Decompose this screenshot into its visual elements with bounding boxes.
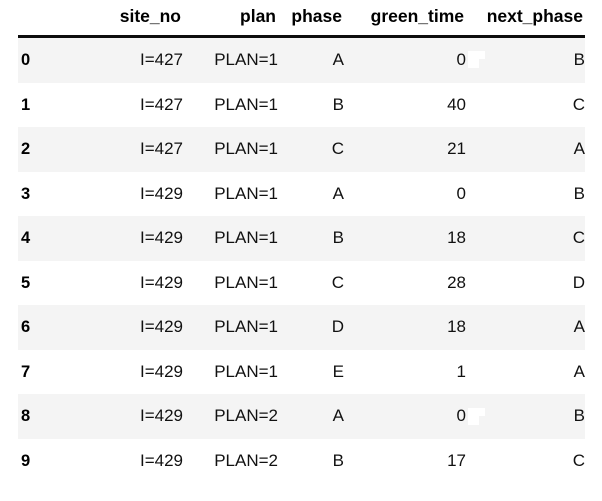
cell-phase: E <box>332 361 344 381</box>
cell-phase: B <box>332 94 344 114</box>
cell-green_time: 21 <box>447 139 466 158</box>
cell-green_time: 0 <box>456 50 466 69</box>
table-row: 2 I=427 PLAN=1 C 21 A <box>18 127 585 172</box>
cell-plan: PLAN=1 <box>214 183 278 203</box>
cell-next_phase: B <box>573 406 585 425</box>
cell-plan: PLAN=2 <box>214 450 278 470</box>
cell-next_phase: C <box>572 94 585 114</box>
table-header: site_no plan phase green_time next_phase <box>18 0 585 38</box>
row-index-cell: 6 <box>21 318 31 336</box>
column-header-green_time: green_time <box>344 0 466 38</box>
cell-green_time: 0 <box>456 406 466 425</box>
cell-next_phase: C <box>572 228 585 247</box>
cell-green_time: 0 <box>456 183 466 203</box>
cell-green_time: 28 <box>447 272 466 292</box>
row-index-cell: 1 <box>21 95 31 114</box>
cell-phase: A <box>332 183 344 203</box>
cell-site_no: I=429 <box>139 317 183 336</box>
cell-site_no: I=429 <box>139 228 183 247</box>
cell-plan: PLAN=2 <box>214 406 278 425</box>
cell-green_time: 1 <box>456 361 466 381</box>
cell-site_no: I=429 <box>139 450 183 470</box>
cell-next_phase: D <box>572 272 585 292</box>
cell-plan: PLAN=1 <box>214 94 278 114</box>
row-index-cell: 8 <box>21 407 31 425</box>
cell-plan: PLAN=1 <box>214 361 278 381</box>
table-row: 9 I=429 PLAN=2 B 17 C <box>18 438 585 483</box>
column-header-phase: phase <box>278 0 344 38</box>
dataframe-table: site_no plan phase green_time next_phase… <box>18 0 585 483</box>
cell-next_phase: A <box>573 317 585 336</box>
row-index-cell: 5 <box>21 273 31 292</box>
cell-plan: PLAN=1 <box>214 272 278 292</box>
cell-site_no: I=429 <box>139 406 183 425</box>
cell-phase: C <box>331 272 344 292</box>
table-row: 1 I=427 PLAN=1 B 40 C <box>18 82 585 127</box>
cell-green_time: 18 <box>447 317 466 336</box>
cell-plan: PLAN=1 <box>214 317 278 336</box>
row-index-cell: 2 <box>21 140 31 158</box>
cell-site_no: I=429 <box>139 361 183 381</box>
row-index-cell: 3 <box>21 184 31 203</box>
column-header-index <box>18 0 58 38</box>
cell-green_time: 40 <box>447 94 466 114</box>
cell-phase: A <box>332 50 344 69</box>
cell-plan: PLAN=1 <box>214 50 278 69</box>
cell-next_phase: A <box>573 361 585 381</box>
table-row: 6 I=429 PLAN=1 D 18 A <box>18 305 585 350</box>
cell-phase: A <box>332 406 344 425</box>
cell-site_no: I=429 <box>139 272 183 292</box>
row-index-cell: 7 <box>21 362 31 381</box>
table-row: 4 I=429 PLAN=1 B 18 C <box>18 216 585 261</box>
cell-phase: C <box>331 139 344 158</box>
cell-next_phase: B <box>573 50 585 69</box>
column-header-site_no: site_no <box>58 0 183 38</box>
cell-site_no: I=427 <box>139 50 183 69</box>
dataframe-container: site_no plan phase green_time next_phase… <box>0 0 602 501</box>
table-row: 7 I=429 PLAN=1 E 1 A <box>18 349 585 394</box>
cell-next_phase: B <box>573 183 585 203</box>
table-row: 0 I=427 PLAN=1 A 0 B <box>18 36 585 83</box>
table-row: 5 I=429 PLAN=1 C 28 D <box>18 260 585 305</box>
table-row: 3 I=429 PLAN=1 A 0 B <box>18 171 585 216</box>
cell-site_no: I=427 <box>139 94 183 114</box>
column-header-plan: plan <box>183 0 278 38</box>
cell-plan: PLAN=1 <box>214 228 278 247</box>
row-index-cell: 9 <box>21 451 31 470</box>
cell-next_phase: C <box>572 450 585 470</box>
header-row: site_no plan phase green_time next_phase <box>18 0 585 38</box>
column-header-next_phase: next_phase <box>466 0 585 38</box>
cell-green_time: 18 <box>447 228 466 247</box>
cell-phase: B <box>332 228 344 247</box>
cell-site_no: I=427 <box>139 139 183 158</box>
table-row: 8 I=429 PLAN=2 A 0 B <box>18 394 585 439</box>
cell-site_no: I=429 <box>139 183 183 203</box>
cell-plan: PLAN=1 <box>214 139 278 158</box>
table-body: 0 I=427 PLAN=1 A 0 B 1 I=427 PLAN=1 B 40 C 2 I=427 PLA… <box>18 36 585 483</box>
row-index-cell: 0 <box>21 51 31 69</box>
cell-phase: D <box>331 317 344 336</box>
cell-green_time: 17 <box>447 450 466 470</box>
cell-next_phase: A <box>573 139 585 158</box>
row-index-cell: 4 <box>21 229 31 247</box>
cell-phase: B <box>332 450 344 470</box>
